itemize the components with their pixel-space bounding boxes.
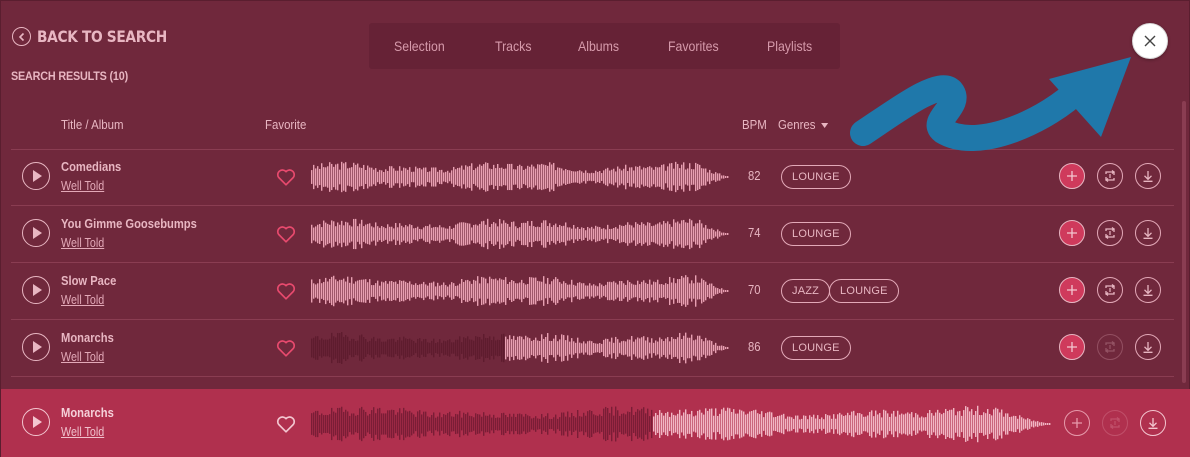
tab-favorites[interactable]: Favorites [668,38,755,54]
plus-icon [1067,228,1077,238]
loop-button[interactable] [1097,163,1123,189]
download-button[interactable] [1135,220,1161,246]
play-button[interactable] [22,333,50,361]
add-to-playlist-button[interactable] [1059,220,1085,246]
loop-icon [1105,283,1115,297]
track-title: Comedians [61,159,122,174]
track-album-link[interactable]: Well Told [61,293,104,307]
play-button[interactable] [22,408,50,436]
close-icon [1144,35,1156,47]
now-playing-bar: Monarchs Well Told [1,389,1190,457]
play-button[interactable] [22,219,50,247]
chevron-left-circle-icon [12,27,31,46]
track-row: Slow Pace Well Told 70 JAZZ LOUNGE [11,263,1174,319]
download-button[interactable] [1135,163,1161,189]
track-title: Slow Pace [61,273,117,288]
heart-outline-icon[interactable] [275,337,297,359]
download-icon [1143,171,1153,182]
download-button[interactable] [1135,277,1161,303]
loop-button[interactable] [1097,334,1123,360]
genre-tag[interactable]: LOUNGE [829,279,899,303]
loop-icon [1105,340,1115,354]
column-genres-dropdown[interactable]: Genres [778,117,828,132]
column-favorite: Favorite [265,117,307,132]
loop-icon [1105,169,1115,183]
heart-outline-icon[interactable] [275,166,297,188]
add-to-playlist-button[interactable] [1059,277,1085,303]
tab-selection[interactable]: Selection [394,38,483,54]
play-button[interactable] [22,276,50,304]
tab-albums[interactable]: Albums [578,38,657,54]
back-to-search-label: BACK TO SEARCH [37,27,167,46]
loop-button[interactable] [1097,220,1123,246]
heart-outline-icon[interactable] [275,223,297,245]
loop-button[interactable] [1097,277,1123,303]
track-album-link[interactable]: Well Told [61,350,104,364]
download-button[interactable] [1140,410,1166,436]
plus-icon [1067,171,1077,181]
plus-icon [1067,285,1077,295]
track-title: Monarchs [61,330,114,345]
category-tabs: Selection Tracks Albums Favorites Playli… [369,23,840,69]
now-playing-album-link[interactable]: Well Told [61,425,104,439]
caret-down-icon [820,123,828,129]
waveform[interactable] [311,214,729,254]
genre-tag[interactable]: LOUNGE [781,222,851,246]
waveform[interactable] [311,157,729,197]
add-to-playlist-button[interactable] [1059,163,1085,189]
loop-icon [1110,416,1120,430]
tab-playlists[interactable]: Playlists [767,38,812,54]
download-icon [1148,418,1158,429]
divider [11,376,1174,377]
tab-tracks[interactable]: Tracks [495,38,568,54]
loop-button[interactable] [1102,410,1128,436]
back-to-search-link[interactable]: BACK TO SEARCH [12,27,188,46]
bpm-value: 86 [748,340,761,354]
heart-outline-icon[interactable] [275,413,297,435]
column-genres-label: Genres [778,117,816,132]
plus-icon [1067,342,1077,352]
add-to-playlist-button[interactable] [1064,410,1090,436]
genre-tag[interactable]: LOUNGE [781,165,851,189]
bpm-value: 82 [748,169,761,183]
track-title: You Gimme Goosebumps [61,216,197,231]
scrollbar[interactable] [1182,101,1186,383]
play-icon [33,170,42,182]
bpm-value: 74 [748,226,761,240]
track-row: You Gimme Goosebumps Well Told 74 LOUNGE [11,206,1174,262]
loop-icon [1105,226,1115,240]
play-button[interactable] [22,162,50,190]
column-title-album: Title / Album [61,117,124,132]
heart-outline-icon[interactable] [275,280,297,302]
close-button[interactable] [1132,23,1168,59]
track-row: Monarchs Well Told 86 LOUNGE [11,320,1174,376]
download-button[interactable] [1135,334,1161,360]
download-icon [1143,228,1153,239]
play-icon [33,341,42,353]
genre-tag[interactable]: LOUNGE [781,336,851,360]
download-icon [1143,342,1153,353]
waveform[interactable] [311,271,729,311]
bpm-value: 70 [748,283,761,297]
plus-icon [1072,418,1082,428]
search-results-count: SEARCH RESULTS (10) [11,69,128,83]
genre-tag[interactable]: JAZZ [781,279,831,303]
track-album-link[interactable]: Well Told [61,179,104,193]
now-playing-title: Monarchs [61,405,114,420]
waveform[interactable] [311,328,729,368]
column-bpm: BPM [742,117,767,132]
music-library-panel: BACK TO SEARCH SEARCH RESULTS (10) Selec… [0,0,1190,457]
play-icon [33,284,42,296]
add-to-playlist-button[interactable] [1059,334,1085,360]
play-icon [33,227,42,239]
download-icon [1143,285,1153,296]
track-row: Comedians Well Told 82 LOUNGE [11,149,1174,205]
play-icon [33,416,42,428]
track-album-link[interactable]: Well Told [61,236,104,250]
now-playing-waveform[interactable] [311,401,1051,447]
